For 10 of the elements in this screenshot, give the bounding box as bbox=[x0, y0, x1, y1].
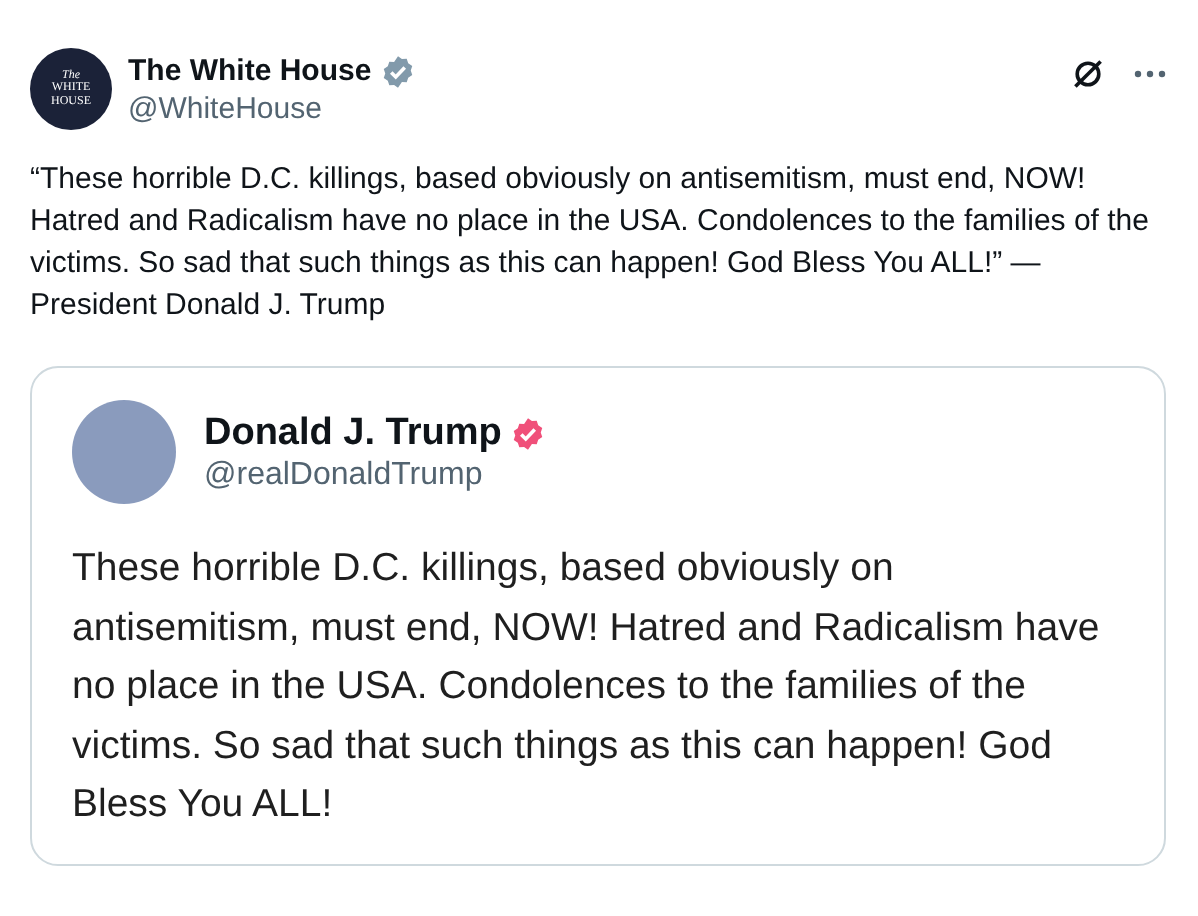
post-text: “These horrible D.C. killings, based obviously on antisemitism, must end, NOW! Hatred and Radicalism have no place in the USA. Condolences to the families of the victims. So sad that such things as this can happen! God Bless You ALL!” —President Donald J. Trump bbox=[30, 160, 1151, 326]
author-name[interactable]: The White House bbox=[128, 54, 372, 88]
quoted-post-card[interactable] bbox=[30, 366, 1166, 865]
quoted-author-name[interactable]: Donald J. Trump bbox=[204, 411, 502, 455]
author-handle[interactable]: @WhiteHouse bbox=[128, 91, 1054, 125]
quoted-author-handle[interactable]: @realDonaldTrump bbox=[204, 457, 1124, 493]
quoted-post-text: These horrible D.C. killings, based obviously on antisemitism, must end, NOW! Hatred and Radicalism have no place in the USA. Condolences to the families of the victims. So sad that such things as this can happen! God Bless You ALL! bbox=[72, 544, 1102, 830]
more-icon[interactable] bbox=[1134, 70, 1166, 78]
avatar-placeholder[interactable] bbox=[72, 400, 176, 504]
slashed-circle-icon[interactable] bbox=[1070, 56, 1106, 92]
